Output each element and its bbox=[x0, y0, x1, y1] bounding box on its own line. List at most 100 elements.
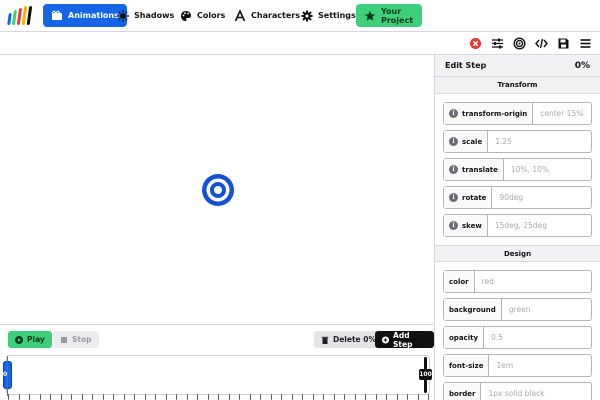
field-label-text: translate bbox=[462, 165, 498, 174]
save-icon bbox=[558, 38, 568, 48]
field-label-text: color bbox=[444, 271, 475, 292]
trash-icon bbox=[321, 336, 329, 344]
timeline-tick bbox=[92, 394, 93, 400]
clear-button[interactable] bbox=[468, 36, 482, 50]
info-icon[interactable]: i bbox=[449, 193, 458, 202]
timeline-tick bbox=[71, 394, 72, 400]
delete-step-label: Delete 0% bbox=[333, 335, 376, 344]
edit-step-panel: Edit Step 0% Transform i transform-origin… bbox=[434, 55, 600, 400]
scale-input[interactable]: 1.25 bbox=[488, 131, 591, 152]
color-input[interactable]: red bbox=[475, 271, 591, 292]
preview-target-element[interactable] bbox=[201, 173, 235, 207]
info-icon[interactable]: i bbox=[449, 221, 458, 230]
field-rotate: i rotate 90deg bbox=[443, 186, 592, 209]
timeline-tick bbox=[323, 394, 324, 400]
timeline-tick bbox=[260, 394, 261, 400]
field-label-text: skew bbox=[462, 221, 482, 230]
sun-icon bbox=[117, 9, 129, 22]
palette-icon bbox=[181, 10, 191, 21]
background-input[interactable]: green bbox=[502, 299, 591, 320]
field-label-text: rotate bbox=[462, 193, 487, 202]
info-icon[interactable]: i bbox=[449, 165, 458, 174]
design-section-heading: Design bbox=[435, 245, 600, 262]
field-label-text: opacity bbox=[444, 327, 485, 348]
sliders-icon bbox=[491, 38, 503, 48]
add-step-button[interactable]: Add Step bbox=[375, 330, 434, 349]
info-icon[interactable]: i bbox=[449, 137, 458, 146]
field-color: color red bbox=[443, 270, 592, 293]
panel-title: Edit Step bbox=[445, 61, 487, 70]
translate-input[interactable]: 10%, 10% bbox=[504, 159, 591, 180]
timeline-tick bbox=[197, 394, 198, 400]
nav-shadows-label: Shadows bbox=[134, 11, 175, 20]
timeline-tick bbox=[365, 394, 366, 400]
target-button[interactable] bbox=[512, 36, 526, 50]
field-opacity: opacity 0.5 bbox=[443, 326, 592, 349]
field-label: i transform-origin bbox=[444, 103, 534, 124]
timeline-tick bbox=[60, 394, 62, 400]
info-icon[interactable]: i bbox=[449, 109, 458, 118]
top-nav: Animations Shadows Colors Characters Set… bbox=[0, 0, 600, 31]
field-label: i translate bbox=[444, 159, 504, 180]
font-size-input[interactable]: 1em bbox=[489, 355, 591, 376]
plus-circle-icon bbox=[382, 335, 390, 344]
timeline-ticks bbox=[8, 389, 429, 400]
logo-icon[interactable] bbox=[7, 5, 33, 26]
field-font-size: font-size 1em bbox=[443, 354, 592, 377]
delete-step-button[interactable]: Delete 0% bbox=[314, 331, 383, 348]
skew-input[interactable]: 15deg, 25deg bbox=[488, 215, 591, 236]
timeline-tick bbox=[207, 394, 209, 400]
timeline-tick bbox=[344, 394, 345, 400]
play-button[interactable]: Play bbox=[8, 331, 52, 348]
timeline-tick bbox=[102, 394, 104, 400]
border-input[interactable]: 1px solid black bbox=[481, 383, 591, 400]
play-label: Play bbox=[27, 335, 45, 344]
timeline-tick bbox=[249, 394, 251, 400]
field-label: i rotate bbox=[444, 187, 493, 208]
field-scale: i scale 1.25 bbox=[443, 130, 592, 153]
nav-your-project[interactable]: Your Project bbox=[356, 4, 422, 27]
timeline-tick bbox=[165, 394, 167, 400]
stop-button[interactable]: Stop bbox=[53, 331, 99, 348]
timeline-end-marker[interactable]: 100 bbox=[419, 357, 432, 393]
timeline-tick bbox=[396, 394, 398, 400]
opacity-input[interactable]: 0.5 bbox=[484, 327, 591, 348]
transform-section-heading: Transform bbox=[435, 77, 600, 94]
transform-origin-input[interactable]: center 15% bbox=[533, 103, 591, 124]
rotate-input[interactable]: 90deg bbox=[492, 187, 591, 208]
timeline-tick bbox=[50, 394, 51, 400]
nav-settings[interactable]: Settings bbox=[293, 4, 364, 27]
field-skew: i skew 15deg, 25deg bbox=[443, 214, 592, 237]
timeline-tick bbox=[123, 394, 125, 400]
add-step-label: Add Step bbox=[393, 330, 413, 349]
timeline-tick bbox=[134, 394, 135, 400]
timeline-tick bbox=[176, 394, 177, 400]
timeline-tick bbox=[270, 394, 272, 400]
timeline-tick bbox=[281, 394, 282, 400]
nav-colors-label: Colors bbox=[197, 11, 226, 20]
character-a-icon bbox=[234, 9, 246, 21]
code-button[interactable] bbox=[534, 36, 548, 50]
timeline-tick bbox=[354, 394, 356, 400]
timeline-tick bbox=[39, 394, 41, 400]
adjust-button[interactable] bbox=[490, 36, 504, 50]
film-icon bbox=[51, 9, 62, 20]
save-button[interactable] bbox=[556, 36, 570, 50]
timeline-tick bbox=[386, 394, 387, 400]
nav-colors[interactable]: Colors bbox=[172, 4, 233, 27]
field-label-text: transform-origin bbox=[462, 109, 528, 118]
menu-button[interactable] bbox=[578, 36, 592, 50]
field-label-text: font-size bbox=[444, 355, 490, 376]
field-label-text: border bbox=[444, 383, 482, 400]
star-icon bbox=[364, 10, 376, 21]
start-marker-label: 0 bbox=[3, 371, 8, 378]
field-border: border 1px solid black bbox=[443, 382, 592, 400]
menu-icon bbox=[580, 38, 590, 48]
field-label-text: background bbox=[444, 299, 502, 320]
timeline: 0 100 bbox=[0, 353, 434, 400]
timeline-tick bbox=[29, 394, 30, 400]
stop-label: Stop bbox=[72, 335, 92, 344]
timeline-tick bbox=[417, 394, 419, 400]
timeline-start-marker[interactable]: 0 bbox=[3, 356, 12, 396]
field-background: background green bbox=[443, 298, 592, 321]
